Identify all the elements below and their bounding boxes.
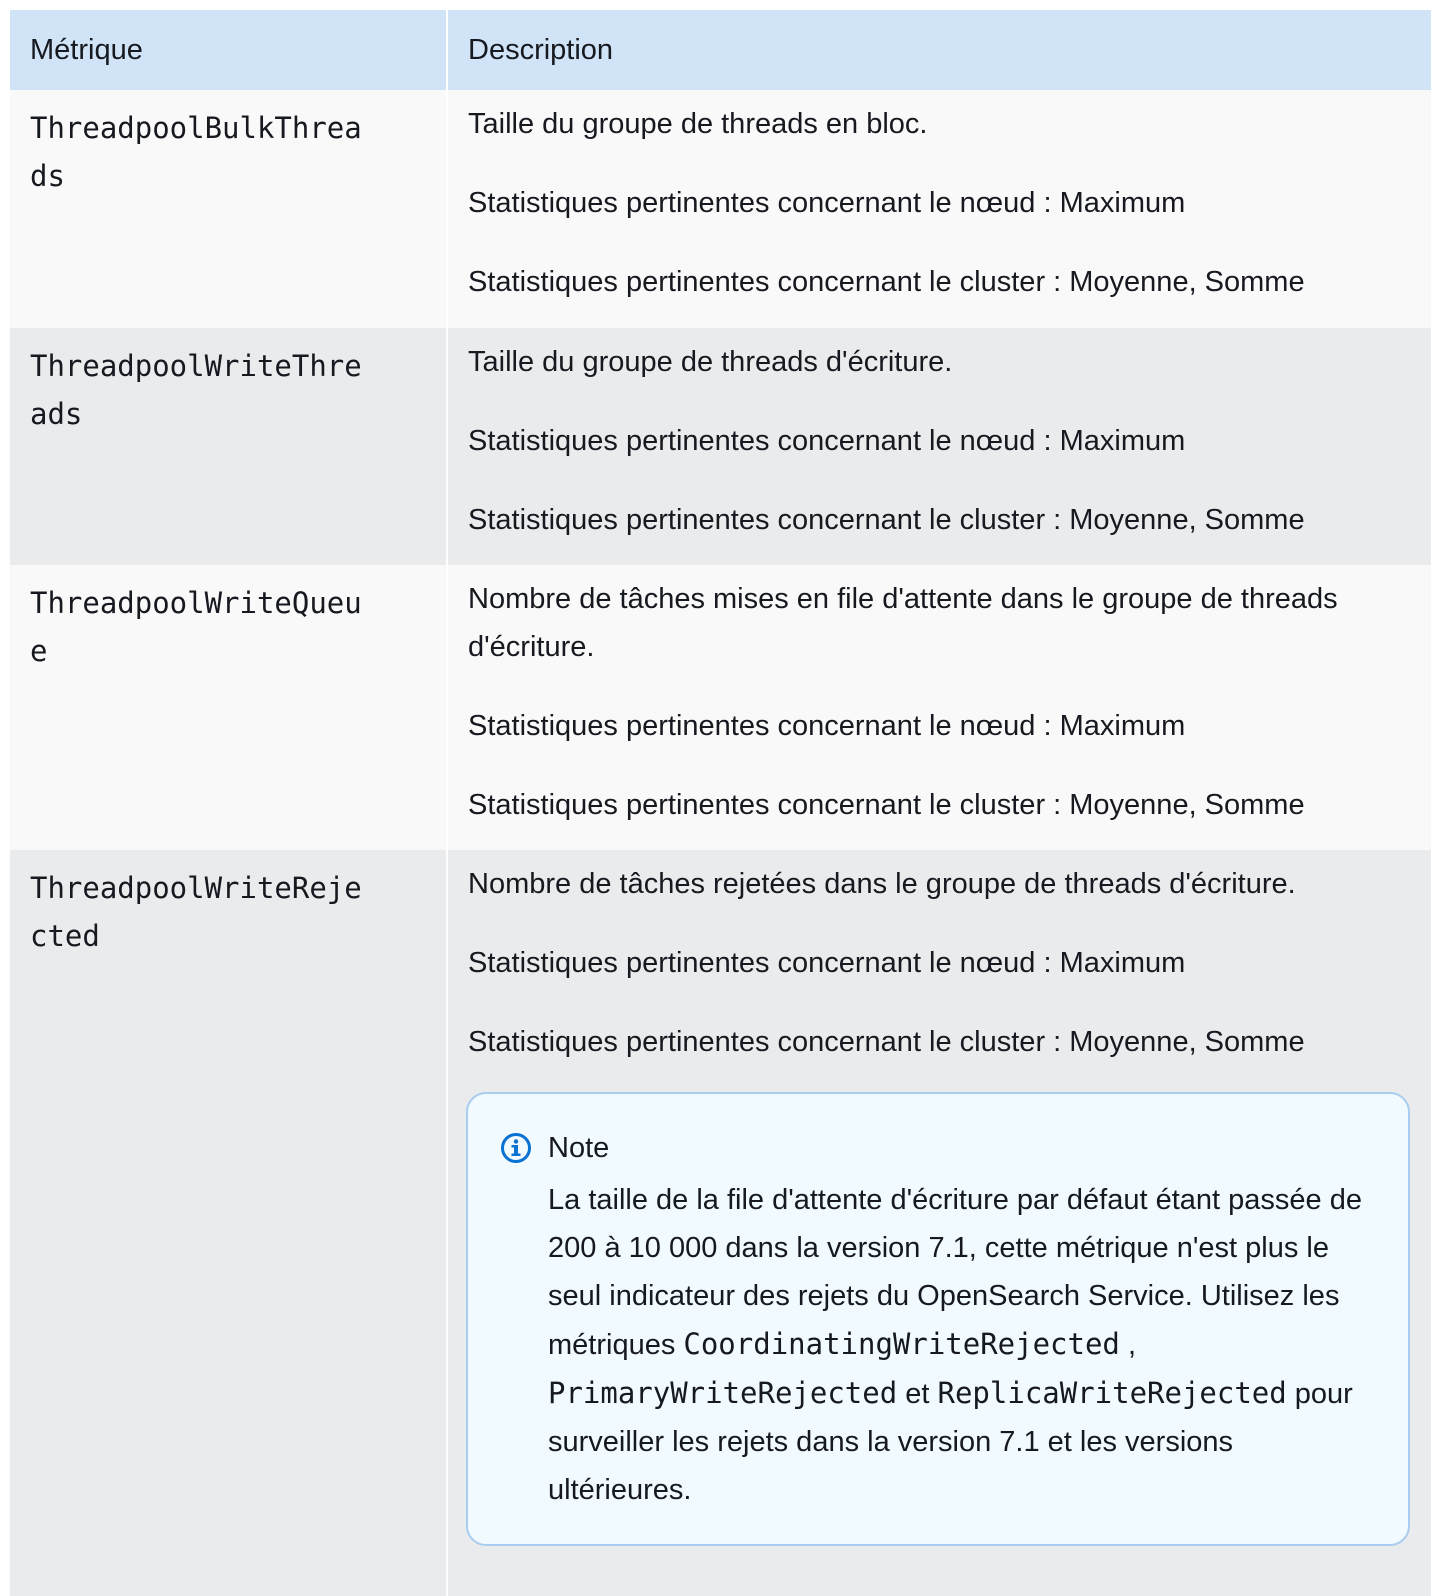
description-text: Taille du groupe de threads d'écriture. bbox=[468, 346, 953, 378]
description-text: Nombre de tâches mises en file d'attente… bbox=[468, 583, 1338, 663]
table-row: ThreadpoolWriteThreads Taille du groupe … bbox=[10, 328, 1431, 565]
cluster-stats-text: Statistiques pertinentes concernant le c… bbox=[468, 504, 1305, 536]
metrics-table: Métrique Description ThreadpoolBulkThrea… bbox=[10, 10, 1431, 1596]
metric-name: ThreadpoolWriteRejected bbox=[30, 871, 362, 953]
note-code: CoordinatingWriteRejected bbox=[683, 1327, 1120, 1361]
table-header-row: Métrique Description bbox=[10, 10, 1431, 90]
note-body: La taille de la file d'attente d'écritur… bbox=[548, 1176, 1378, 1514]
note-text: et bbox=[897, 1378, 938, 1410]
node-stats-text: Statistiques pertinentes concernant le n… bbox=[468, 947, 1186, 979]
note-callout: Note La taille de la file d'attente d'éc… bbox=[466, 1092, 1410, 1546]
cluster-stats-text: Statistiques pertinentes concernant le c… bbox=[468, 1026, 1305, 1058]
table-row: ThreadpoolBulkThreads Taille du groupe d… bbox=[10, 90, 1431, 328]
table-row: ThreadpoolWriteQueue Nombre de tâches mi… bbox=[10, 565, 1431, 850]
metric-cell: ThreadpoolBulkThreads bbox=[10, 90, 447, 328]
metric-name: ThreadpoolBulkThreads bbox=[30, 111, 362, 193]
note-title: Note bbox=[548, 1131, 610, 1164]
metric-cell: ThreadpoolWriteRejected bbox=[10, 850, 447, 1596]
note-header: Note bbox=[500, 1124, 1378, 1172]
note-text: , bbox=[1119, 1329, 1137, 1361]
column-header-metric: Métrique bbox=[10, 10, 447, 90]
description-text: Nombre de tâches rejetées dans le groupe… bbox=[468, 868, 1296, 900]
description-cell: Nombre de tâches mises en file d'attente… bbox=[446, 565, 1431, 850]
description-text: Taille du groupe de threads en bloc. bbox=[468, 108, 928, 140]
description-cell: Nombre de tâches rejetées dans le groupe… bbox=[446, 850, 1431, 1596]
metric-name: ThreadpoolWriteThreads bbox=[30, 349, 362, 431]
metric-cell: ThreadpoolWriteThreads bbox=[10, 328, 447, 565]
metric-name: ThreadpoolWriteQueue bbox=[30, 586, 362, 668]
description-cell: Taille du groupe de threads en bloc. Sta… bbox=[446, 90, 1431, 328]
cluster-stats-text: Statistiques pertinentes concernant le c… bbox=[468, 789, 1305, 821]
info-icon bbox=[500, 1132, 532, 1164]
metrics-table-container: Métrique Description ThreadpoolBulkThrea… bbox=[10, 10, 1431, 1596]
node-stats-text: Statistiques pertinentes concernant le n… bbox=[468, 710, 1186, 742]
node-stats-text: Statistiques pertinentes concernant le n… bbox=[468, 187, 1186, 219]
node-stats-text: Statistiques pertinentes concernant le n… bbox=[468, 425, 1186, 457]
note-code: ReplicaWriteRejected bbox=[937, 1376, 1287, 1410]
note-code: PrimaryWriteRejected bbox=[548, 1376, 898, 1410]
description-cell: Taille du groupe de threads d'écriture. … bbox=[446, 328, 1431, 565]
cluster-stats-text: Statistiques pertinentes concernant le c… bbox=[468, 266, 1305, 298]
table-row: ThreadpoolWriteRejected Nombre de tâches… bbox=[10, 850, 1431, 1596]
metric-cell: ThreadpoolWriteQueue bbox=[10, 565, 447, 850]
column-header-description: Description bbox=[446, 10, 1431, 90]
